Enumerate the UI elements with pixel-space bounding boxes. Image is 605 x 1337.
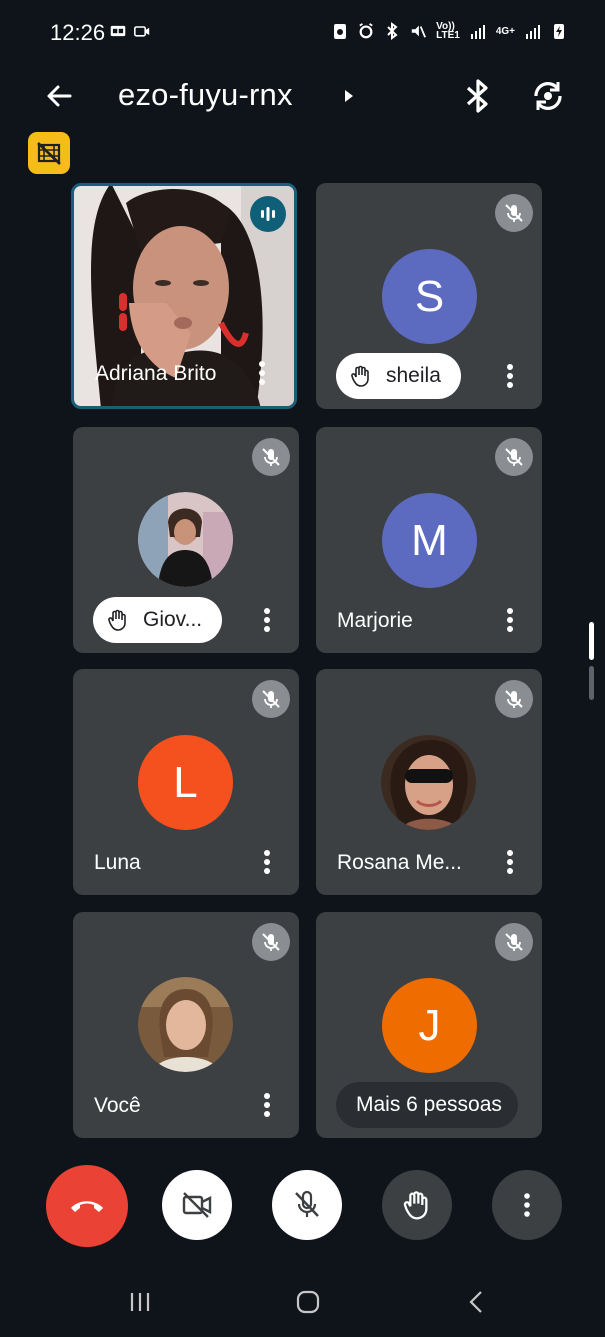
camera-off-icon (182, 1192, 212, 1218)
camera-status-icon (134, 26, 150, 37)
film-off-icon (37, 142, 61, 165)
battery-saver-icon (334, 24, 347, 39)
participant-tile-rosana[interactable]: Rosana Me... (316, 669, 542, 895)
mic-off-icon (505, 204, 523, 222)
scrollbar-track[interactable] (589, 666, 594, 700)
recent-apps-icon (130, 1293, 150, 1311)
mic-off-icon (262, 448, 280, 466)
participant-name: sheila (386, 364, 441, 387)
camera-off-badge[interactable] (28, 132, 70, 174)
mic-off-badge (495, 194, 533, 232)
mic-off-badge (252, 680, 290, 718)
mic-off-icon (505, 933, 523, 951)
participant-name: Marjorie (337, 609, 413, 632)
participant-name: Rosana Me... (337, 851, 462, 874)
more-options-icon (524, 1193, 530, 1217)
mic-off-badge (495, 438, 533, 476)
meeting-title[interactable]: ezo-fuyu-rnx (118, 77, 293, 113)
mic-off-badge (495, 923, 533, 961)
mute-status-icon (411, 25, 427, 38)
more-vert-icon[interactable] (252, 358, 272, 388)
home-button[interactable] (288, 1282, 328, 1322)
status-bar: 12:26 Vo)) LTE1 4G+ (0, 0, 605, 60)
avatar-photo (138, 977, 233, 1072)
scrollbar-thumb[interactable] (589, 622, 594, 660)
raised-hand-chip: sheila (336, 353, 461, 399)
participant-tile-luna[interactable]: L Luna (73, 669, 299, 895)
end-call-button[interactable] (46, 1165, 128, 1247)
recent-apps-button[interactable] (120, 1282, 160, 1322)
mic-toggle-button[interactable] (272, 1170, 342, 1240)
mic-off-icon (505, 448, 523, 466)
mic-off-icon (295, 1190, 319, 1217)
more-people-chip[interactable]: Mais 6 pessoas (336, 1082, 518, 1128)
more-vert-icon[interactable] (500, 847, 520, 877)
avatar: J (382, 978, 477, 1073)
status-time: 12:26 (50, 20, 106, 45)
camera-toggle-button[interactable] (162, 1170, 232, 1240)
signal-icon-2 (526, 25, 540, 39)
end-call-icon (71, 1201, 103, 1212)
avatar: M (382, 493, 477, 588)
bluetooth-icon[interactable] (460, 76, 496, 116)
avatar: S (382, 249, 477, 344)
system-nav-bar (0, 1262, 605, 1337)
bluetooth-status-icon (387, 22, 398, 40)
switch-camera-icon[interactable] (528, 76, 568, 116)
more-vert-icon[interactable] (500, 605, 520, 635)
participant-tile-self[interactable]: Você (73, 912, 299, 1138)
hand-icon (351, 365, 369, 387)
speaking-indicator (250, 196, 286, 232)
battery-charging-icon (554, 24, 564, 39)
participant-tile-adriana[interactable]: Adriana Brito (71, 183, 297, 409)
mic-off-badge (495, 680, 533, 718)
participant-tile-sheila[interactable]: S sheila (316, 183, 542, 409)
caret-right-icon[interactable] (342, 88, 356, 104)
more-vert-icon[interactable] (257, 1090, 277, 1120)
meeting-header: ezo-fuyu-rnx (0, 66, 605, 126)
vpn-icon (110, 25, 126, 37)
signal-icon (470, 25, 485, 39)
participant-name: Luna (94, 851, 141, 874)
home-icon (296, 1290, 320, 1314)
mic-off-icon (262, 690, 280, 708)
hand-icon (108, 609, 126, 631)
back-button[interactable] (456, 1282, 496, 1322)
more-vert-icon[interactable] (500, 361, 520, 391)
mic-off-icon (505, 690, 523, 708)
audio-level-icon (261, 207, 275, 221)
mic-off-badge (252, 923, 290, 961)
participant-name: Você (94, 1094, 141, 1117)
more-options-button[interactable] (492, 1170, 562, 1240)
raise-hand-icon (403, 1191, 428, 1220)
nav-back-icon (469, 1291, 482, 1313)
participant-name: Adriana Brito (95, 362, 217, 385)
mic-off-icon (262, 933, 280, 951)
network-label: 4G+ (495, 25, 515, 37)
raise-hand-button[interactable] (382, 1170, 452, 1240)
mic-off-badge (252, 438, 290, 476)
avatar: L (138, 735, 233, 830)
more-vert-icon[interactable] (257, 605, 277, 635)
avatar-photo (138, 492, 233, 587)
participant-tile-giov[interactable]: Giov... (73, 427, 299, 653)
lte-label: LTE1 (436, 30, 460, 41)
back-arrow-icon[interactable] (40, 76, 80, 116)
raised-hand-chip: Giov... (93, 597, 223, 643)
alarm-icon (359, 23, 373, 39)
participant-tile-marjorie[interactable]: M Marjorie (316, 427, 542, 653)
avatar-photo (381, 735, 476, 830)
participant-name: Giov... (143, 608, 203, 631)
participant-tile-ju[interactable]: J Ju Mais 6 pessoas (316, 912, 542, 1138)
more-vert-icon[interactable] (257, 847, 277, 877)
